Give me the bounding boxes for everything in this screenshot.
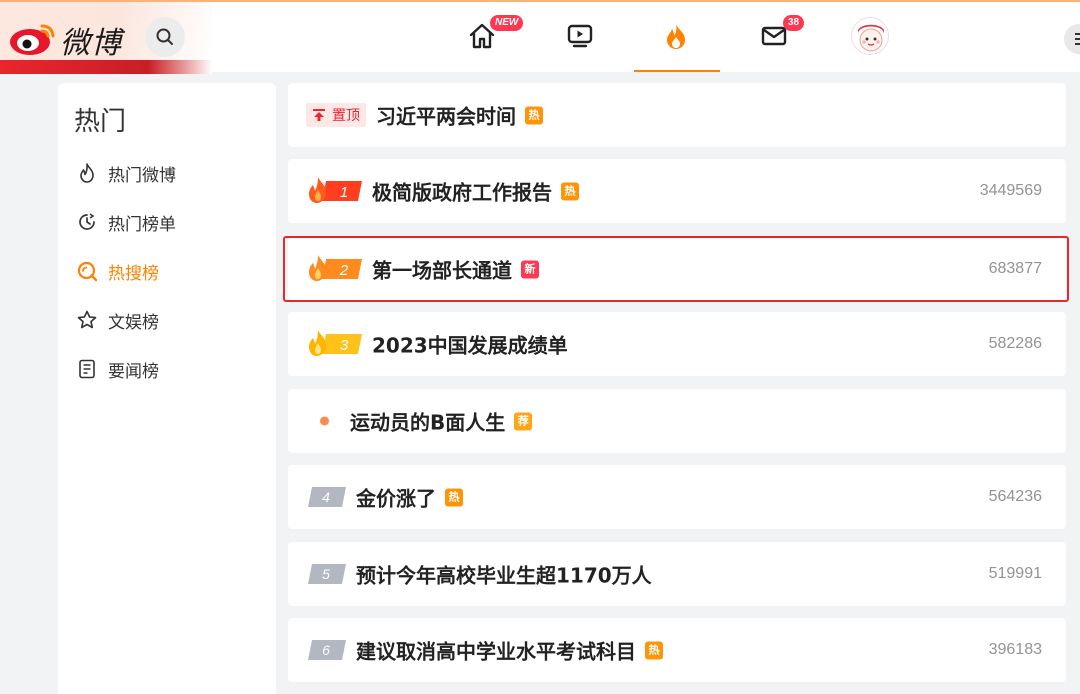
hot-tag: 热 [445, 488, 463, 506]
video-icon [567, 24, 593, 48]
message-count-badge: 38 [783, 15, 805, 31]
fire-outline-icon [80, 163, 94, 183]
search-icon [156, 28, 173, 45]
pinned-label: 置顶 [306, 103, 366, 127]
list-item[interactable]: 5 预计今年高校毕业生超1170万人 519991 [288, 542, 1066, 606]
news-icon [79, 359, 95, 379]
svg-text:4: 4 [322, 489, 330, 505]
weibo-logo-icon [10, 24, 55, 55]
list-item[interactable]: 1 极简版政府工作报告 热 3449569 [288, 159, 1066, 223]
topic-title[interactable]: 习近平两会时间 [376, 101, 516, 130]
topic-title[interactable]: 极简版政府工作报告 [372, 177, 552, 206]
sidebar-item-label: 要闻榜 [108, 361, 159, 382]
star-icon [77, 310, 97, 329]
new-badge: NEW [490, 15, 524, 31]
topic-title[interactable]: 运动员的B面人生 [350, 407, 505, 436]
heat-count: 582286 [988, 335, 1042, 352]
sidebar-title: 热门 [74, 107, 127, 137]
rank-badge: 6 [308, 640, 346, 660]
active-tab-indicator [634, 70, 720, 72]
sidebar-item-label: 热门榜单 [108, 214, 176, 235]
sidebar-item-news[interactable]: 要闻榜 [76, 356, 159, 382]
search-hot-icon [77, 261, 98, 282]
hot-tag: 热 [561, 182, 579, 200]
more-menu-button[interactable] [1064, 24, 1080, 54]
svg-text:3: 3 [340, 337, 349, 354]
hot-tag: 热 [525, 106, 543, 124]
sidebar-item-entertainment[interactable]: 文娱榜 [76, 307, 159, 333]
festive-banner [0, 60, 212, 74]
rank-3-fire-badge: 3 [309, 330, 362, 356]
top-nav-bar: 微博 NEW 38 [0, 0, 1080, 74]
list-item[interactable]: 3 2023中国发展成绩单 582286 [288, 312, 1066, 376]
hot-tag: 热 [645, 641, 663, 659]
nav-video[interactable] [560, 16, 600, 56]
sidebar-item-hot-weibo[interactable]: 热门微博 [76, 160, 176, 186]
sidebar-item-hot-list[interactable]: 热门榜单 [76, 209, 176, 235]
recommend-dot [320, 416, 329, 426]
svg-text:5: 5 [322, 566, 330, 582]
rank-1-fire-badge: 1 [309, 177, 362, 203]
nav-profile[interactable] [850, 16, 890, 56]
sidebar-item-label: 文娱榜 [108, 312, 159, 333]
rank-badge: 5 [308, 564, 346, 584]
topic-title[interactable]: 预计今年高校毕业生超1170万人 [356, 560, 652, 589]
heat-count: 519991 [988, 565, 1042, 582]
search-button[interactable] [145, 17, 185, 57]
nav-hot[interactable] [656, 16, 696, 56]
svg-text:6: 6 [322, 642, 330, 658]
pin-up-icon [313, 109, 325, 121]
selection-highlight-box [283, 236, 1069, 302]
sidebar-item-label: 热搜榜 [108, 263, 159, 284]
topic-title[interactable]: 2023中国发展成绩单 [372, 330, 568, 359]
list-item-recommended[interactable]: 运动员的B面人生 荐 [288, 389, 1066, 453]
clock-icon [79, 213, 95, 230]
heat-count: 3449569 [979, 182, 1042, 199]
hot-fire-icon [667, 24, 685, 49]
logo-text: 微博 [60, 26, 122, 61]
sidebar-item-hot-search[interactable]: 热搜榜 [76, 258, 159, 284]
list-item[interactable]: 4 金价涨了 热 564236 [288, 465, 1066, 529]
topic-title[interactable]: 建议取消高中学业水平考试科目 [356, 636, 636, 665]
heat-count: 564236 [988, 488, 1042, 505]
list-item[interactable]: 6 建议取消高中学业水平考试科目 热 396183 [288, 618, 1066, 682]
rank-badge: 4 [308, 487, 346, 507]
list-item-pinned[interactable]: 置顶 习近平两会时间 热 [288, 83, 1066, 147]
heat-count: 396183 [988, 641, 1042, 658]
avatar [851, 17, 889, 55]
topic-title[interactable]: 金价涨了 [356, 483, 436, 512]
sidebar-item-label: 热门微博 [108, 165, 176, 186]
recommend-tag: 荐 [514, 412, 533, 430]
sidebar: 热门 热门微博 热门榜单 热搜榜 文娱榜 要闻榜 [58, 83, 276, 694]
svg-text:1: 1 [340, 184, 348, 201]
